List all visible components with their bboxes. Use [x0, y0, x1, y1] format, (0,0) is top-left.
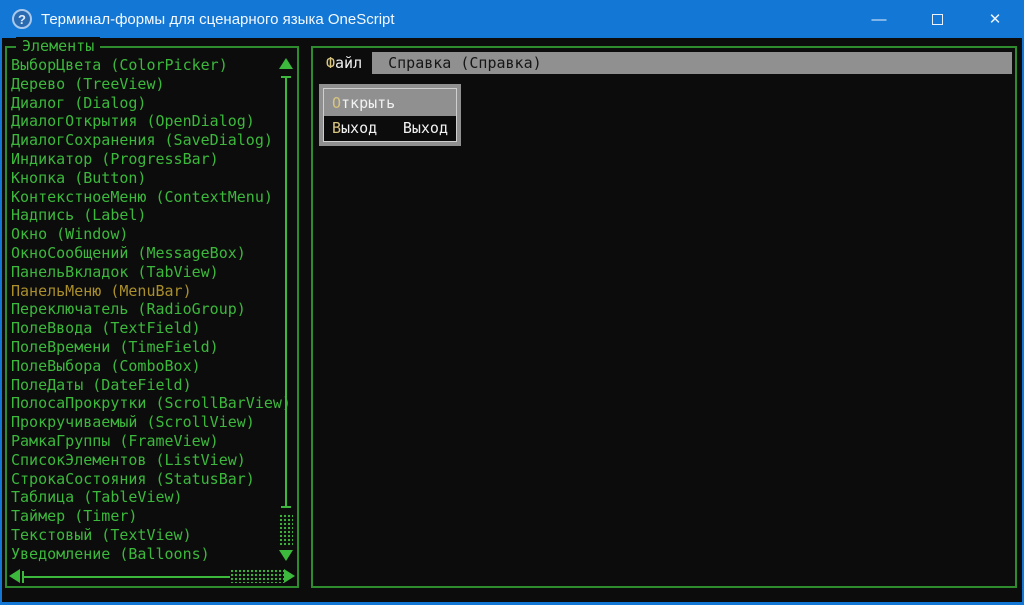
list-item[interactable]: СтрокаСостояния (StatusBar) — [11, 470, 281, 489]
elements-panel-title: Элементы — [16, 37, 101, 55]
horizontal-scroll-track[interactable] — [22, 571, 230, 583]
list-item[interactable]: Таймер (Timer) — [11, 507, 281, 526]
menubar: Файл Справка (Справка) — [316, 52, 1012, 74]
menu-option-label: Открыть — [332, 94, 396, 112]
help-icon: ? — [12, 9, 32, 29]
menu-option[interactable]: Выход Выход — [324, 116, 456, 141]
list-item[interactable]: Надпись (Label) — [11, 206, 281, 225]
scroll-down-icon[interactable] — [279, 550, 293, 561]
list-item[interactable]: Переключатель (RadioGroup) — [11, 300, 281, 319]
maximize-button[interactable] — [908, 0, 966, 38]
menubar-item[interactable]: Файл — [316, 52, 373, 74]
list-item[interactable]: Текстовый (TextView) — [11, 526, 281, 545]
scroll-left-icon[interactable] — [9, 569, 20, 583]
minimize-icon: — — [871, 10, 887, 28]
list-item[interactable]: ОкноСообщений (MessageBox) — [11, 244, 281, 263]
list-item[interactable]: РамкаГруппы (FrameView) — [11, 432, 281, 451]
vertical-scrollbar[interactable] — [278, 56, 294, 566]
close-icon: ✕ — [988, 11, 1002, 28]
list-item[interactable]: ДиалогОткрытия (OpenDialog) — [11, 112, 281, 131]
menu-hotkey: О — [332, 94, 342, 112]
list-item[interactable]: Индикатор (ProgressBar) — [11, 150, 281, 169]
list-item[interactable]: Диалог (Dialog) — [11, 94, 281, 113]
minimize-button[interactable]: — — [850, 0, 908, 38]
list-item[interactable]: ПанельМеню (MenuBar) — [11, 282, 281, 301]
list-item[interactable]: ПолеВыбора (ComboBox) — [11, 357, 281, 376]
list-item[interactable]: ПолеДаты (DateField) — [11, 376, 281, 395]
menubar-item[interactable]: Справка (Справка) — [378, 52, 552, 74]
main-panel: Файл Справка (Справка) Открыть Выход Выход — [311, 46, 1017, 588]
help-icon-glyph: ? — [18, 11, 26, 27]
window-controls: — ✕ — [850, 0, 1022, 38]
window-title: Терминал-формы для сценарного языка OneS… — [41, 10, 395, 28]
list-item[interactable]: СписокЭлементов (ListView) — [11, 451, 281, 470]
scroll-up-icon[interactable] — [279, 58, 293, 69]
list-item[interactable]: КонтекстноеМеню (ContextMenu) — [11, 188, 281, 207]
elements-panel: Элементы ВыборЦвета (ColorPicker) Дерево … — [5, 37, 299, 588]
list-item[interactable]: Дерево (TreeView) — [11, 75, 281, 94]
elements-list: ВыборЦвета (ColorPicker) Дерево (TreeView… — [11, 56, 291, 564]
menu-hotkey: Ф — [326, 54, 336, 72]
vertical-scroll-thumb[interactable] — [279, 514, 293, 546]
list-item[interactable]: ПолеВвода (TextField) — [11, 319, 281, 338]
list-item[interactable]: ДиалогСохранения (SaveDialog) — [11, 131, 281, 150]
vertical-scroll-track[interactable] — [281, 76, 291, 508]
list-item[interactable]: Кнопка (Button) — [11, 169, 281, 188]
scroll-right-icon[interactable] — [284, 569, 295, 583]
menu-hotkey: В — [332, 119, 342, 137]
titlebar: ? Терминал-формы для сценарного языка On… — [2, 0, 1022, 38]
list-item[interactable]: ПанельВкладок (TabView) — [11, 263, 281, 282]
file-menu-dropdown: Открыть Выход Выход — [319, 84, 461, 146]
menu-option-label: Выход — [332, 119, 378, 137]
list-item[interactable]: Уведомление (Balloons) — [11, 545, 281, 564]
file-menu-items: Открыть Выход Выход — [323, 88, 457, 142]
list-item[interactable]: ПолеВремени (TimeField) — [11, 338, 281, 357]
app-window: ? Терминал-формы для сценарного языка On… — [0, 0, 1024, 605]
list-item[interactable]: Таблица (TableView) — [11, 488, 281, 507]
terminal-area: Элементы ВыборЦвета (ColorPicker) Дерево … — [2, 37, 1022, 602]
horizontal-scroll-thumb[interactable] — [230, 569, 284, 583]
maximize-icon — [931, 13, 943, 25]
horizontal-scrollbar[interactable] — [9, 568, 295, 584]
list-item[interactable]: ПолосаПрокрутки (ScrollBarView) — [11, 394, 291, 413]
list-item[interactable]: ВыборЦвета (ColorPicker) — [11, 56, 281, 75]
list-item[interactable]: Окно (Window) — [11, 225, 281, 244]
menu-option-shortcut: Выход — [402, 119, 448, 137]
menu-option[interactable]: Открыть — [324, 91, 456, 116]
close-button[interactable]: ✕ — [966, 0, 1022, 38]
list-item[interactable]: Прокручиваемый (ScrollView) — [11, 413, 281, 432]
